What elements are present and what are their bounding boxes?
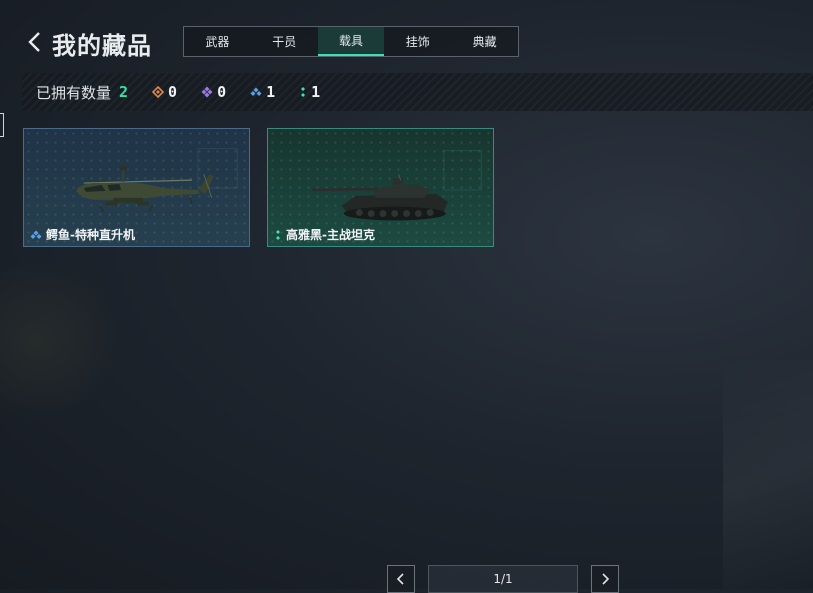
green-double-dot-icon — [276, 229, 280, 240]
background-glow — [0, 260, 120, 420]
back-button[interactable] — [26, 30, 44, 54]
vehicle-name: 鳄鱼-特种直升机 — [30, 226, 135, 243]
tab-weapons[interactable]: 武器 — [184, 27, 251, 56]
blue-triple-diamond-icon — [250, 87, 262, 96]
green-double-dot-icon — [301, 87, 306, 97]
rarity-count: 0 — [217, 83, 227, 101]
tab-label: 典藏 — [472, 35, 497, 49]
vehicle-name-text: 高雅黑-主战坦克 — [286, 228, 375, 242]
rarity-count: 0 — [168, 83, 178, 101]
tab-label: 武器 — [205, 35, 230, 49]
tab-operators[interactable]: 干员 — [251, 27, 318, 56]
side-edge-marker — [0, 113, 4, 137]
tab-vehicles[interactable]: 载具 — [317, 27, 385, 56]
chevron-right-icon — [602, 573, 610, 585]
vehicle-card-helicopter[interactable]: 鳄鱼-特种直升机 — [23, 128, 250, 247]
owned-count-label: 已拥有数量 — [36, 83, 112, 102]
orange-diamond-icon — [152, 86, 165, 98]
rarity-blue-stat: 1 — [250, 83, 275, 101]
tab-collection[interactable]: 典藏 — [451, 27, 518, 56]
rarity-green-stat: 1 — [299, 83, 320, 101]
chevron-left-icon — [28, 32, 40, 52]
rarity-count: 1 — [266, 83, 276, 101]
rarity-purple-stat: 0 — [201, 83, 226, 101]
tab-label: 干员 — [272, 35, 297, 49]
vehicle-name: 高雅黑-主战坦克 — [274, 226, 375, 243]
blue-triple-diamond-icon — [30, 230, 42, 239]
owned-count-total: 2 — [119, 83, 129, 101]
background-streak — [723, 360, 813, 589]
rarity-count: 1 — [311, 83, 321, 101]
tab-charms[interactable]: 挂饰 — [384, 27, 451, 56]
tab-label: 挂饰 — [405, 35, 430, 49]
tab-label: 载具 — [338, 34, 363, 48]
vehicle-name-text: 鳄鱼-特种直升机 — [46, 228, 135, 242]
owned-stats-bar: 已拥有数量 2 0 0 1 1 — [22, 73, 813, 111]
page-title: 我的藏品 — [52, 32, 152, 60]
vehicle-card-tank[interactable]: 高雅黑-主战坦克 — [267, 128, 494, 247]
purple-diamond-icon — [201, 86, 213, 98]
chevron-left-icon — [396, 573, 404, 585]
category-tabs: 武器 干员 载具 挂饰 典藏 — [183, 26, 519, 57]
rarity-orange-stat: 0 — [152, 83, 177, 101]
